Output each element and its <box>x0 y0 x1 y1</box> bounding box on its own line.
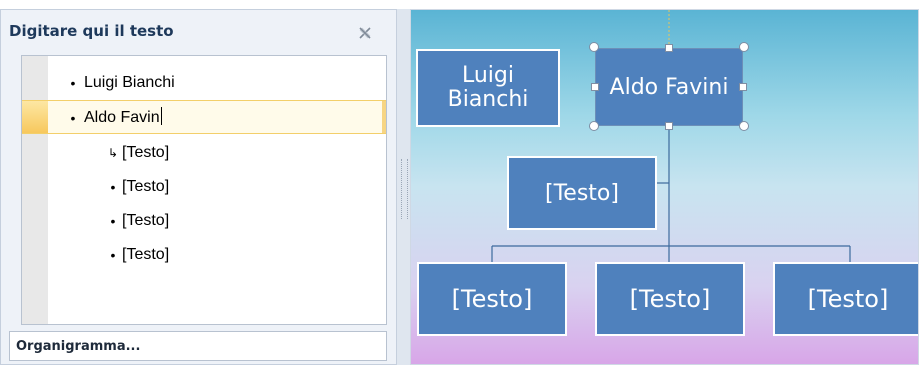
bullet-icon: • <box>70 110 76 126</box>
assistant-box-line1: Luigi <box>461 63 514 88</box>
top-box[interactable]: Aldo Favini <box>595 48 743 126</box>
list-item-text: [Testo] <box>122 212 170 229</box>
assistant-box-line2: Bianchi <box>447 87 529 112</box>
middle-box[interactable]: [Testo] <box>507 156 657 230</box>
list-item[interactable]: ↳ [Testo] <box>22 136 386 170</box>
resize-handle-icon[interactable] <box>739 121 749 131</box>
resize-handle-icon[interactable] <box>739 83 747 91</box>
bullet-icon: • <box>110 213 116 229</box>
text-pane: Digitare qui il testo • Luigi Bianchi • … <box>0 9 397 365</box>
subordinate-box-text: [Testo] <box>629 285 711 313</box>
list-item[interactable]: • [Testo] <box>22 238 386 272</box>
assistant-box[interactable]: Luigi Bianchi <box>416 49 560 127</box>
subordinate-box[interactable]: [Testo] <box>773 262 918 336</box>
bullet-icon: • <box>110 179 116 195</box>
list-item-text: Luigi Bianchi <box>84 74 175 91</box>
list-item[interactable]: • Luigi Bianchi <box>22 66 386 100</box>
list-item[interactable]: • [Testo] <box>22 204 386 238</box>
subordinate-box-text: [Testo] <box>807 285 889 313</box>
text-caret <box>160 107 162 125</box>
top-box-text: Aldo Favini <box>609 74 729 100</box>
list-item-selected[interactable]: • Aldo Favin <box>22 100 386 134</box>
pane-splitter[interactable] <box>397 9 410 365</box>
bullet-icon: • <box>110 247 116 263</box>
bullet-list[interactable]: • Luigi Bianchi • Aldo Favin ↳ [Testo] •… <box>21 55 387 325</box>
list-item-text: [Testo] <box>122 178 170 195</box>
resize-handle-icon[interactable] <box>665 44 673 52</box>
list-item-text: [Testo] <box>122 144 170 161</box>
resize-handle-icon[interactable] <box>591 83 599 91</box>
bullet-icon: • <box>70 75 76 91</box>
pane-title: Digitare qui il testo <box>9 22 174 40</box>
subordinate-box[interactable]: [Testo] <box>417 262 567 336</box>
smartart-type-label: Organigramma... <box>16 339 141 354</box>
resize-handle-icon[interactable] <box>589 42 599 52</box>
list-item-text: [Testo] <box>122 246 170 263</box>
subordinate-box-text: [Testo] <box>451 285 533 313</box>
resize-handle-icon[interactable] <box>739 42 749 52</box>
resize-handle-icon[interactable] <box>665 122 673 130</box>
splitter-grip-icon <box>401 159 408 219</box>
list-item[interactable]: • [Testo] <box>22 170 386 204</box>
smartart-type-box[interactable]: Organigramma... <box>9 331 387 361</box>
list-item-text[interactable]: Aldo Favin <box>84 109 160 126</box>
resize-handle-icon[interactable] <box>589 121 599 131</box>
close-icon[interactable] <box>358 25 372 39</box>
indent-arrow-icon: ↳ <box>107 146 119 160</box>
subordinate-box[interactable]: [Testo] <box>595 262 745 336</box>
smartart-canvas[interactable]: Luigi Bianchi Aldo Favini [Testo] [Testo… <box>410 9 919 365</box>
middle-box-text: [Testo] <box>545 180 619 206</box>
